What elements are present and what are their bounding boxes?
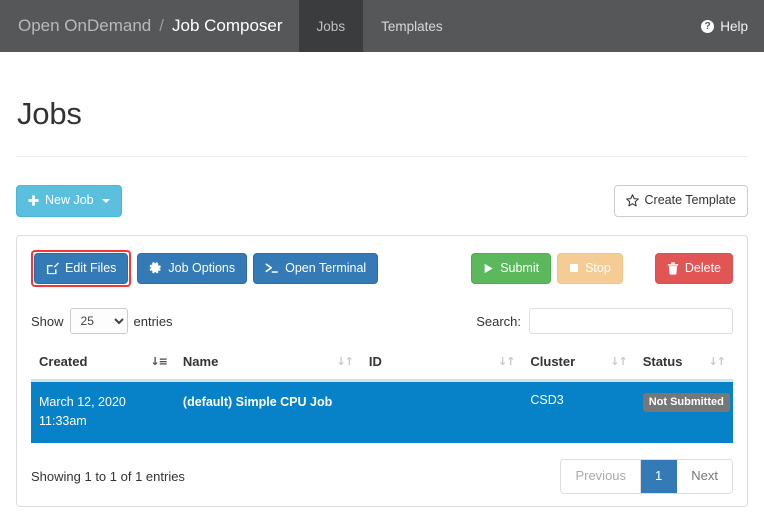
column-header-created[interactable]: Created ↓≡ [31, 348, 175, 381]
column-label-id: ID [369, 354, 382, 369]
nav-help-label: Help [720, 19, 748, 34]
create-template-label: Create Template [645, 192, 737, 210]
cell-status: Not Submitted [635, 381, 733, 443]
column-label-cluster: Cluster [530, 354, 575, 369]
sort-both-icon[interactable]: ↓↑ [610, 355, 626, 368]
job-options-label: Job Options [168, 260, 235, 278]
new-job-label: New Job [45, 192, 94, 210]
play-icon [483, 263, 494, 274]
column-header-name[interactable]: Name ↓↑ [175, 348, 361, 381]
entries-label: entries [134, 314, 173, 329]
column-header-cluster[interactable]: Cluster ↓↑ [522, 348, 634, 381]
navbar-links: Jobs Templates [299, 0, 461, 52]
pagination: Previous 1 Next [560, 459, 733, 494]
chevron-down-icon [102, 199, 110, 203]
jobs-table-head: Created ↓≡ Name ↓↑ ID ↓↑ [31, 348, 733, 381]
top-navbar: Open OnDemand / Job Composer Jobs Templa… [0, 0, 764, 52]
cell-cluster: CSD3 [522, 381, 634, 443]
trash-icon [667, 262, 679, 275]
datatable-footer: Showing 1 to 1 of 1 entries Previous 1 N… [31, 459, 733, 494]
job-options-button[interactable]: Job Options [137, 253, 247, 285]
stop-button[interactable]: Stop [557, 253, 623, 285]
stop-square-icon [569, 263, 579, 273]
nav-link-jobs[interactable]: Jobs [299, 0, 364, 52]
search-label: Search: [476, 314, 521, 329]
page-length-control: Show 10 25 50 100 entries [31, 308, 173, 334]
pagination-page-1[interactable]: 1 [641, 460, 677, 493]
brand-separator: / [159, 16, 164, 36]
search-control: Search: [476, 308, 733, 334]
jobs-toolbar-left: Edit Files Job Options [31, 250, 378, 288]
jobs-toolbar-middle: Submit Stop [471, 253, 623, 285]
pagination-next[interactable]: Next [677, 460, 732, 493]
table-header-row: Created ↓≡ Name ↓↑ ID ↓↑ [31, 348, 733, 381]
page-length-select[interactable]: 10 25 50 100 [70, 308, 128, 334]
navbar-right: ? Help [701, 0, 764, 52]
column-label-name: Name [183, 354, 218, 369]
nav-link-help[interactable]: ? Help [701, 19, 748, 34]
delete-label: Delete [685, 260, 721, 278]
new-job-button[interactable]: New Job [16, 185, 122, 217]
jobs-table: Created ↓≡ Name ↓↑ ID ↓↑ [31, 348, 733, 443]
page-container: Jobs New Job Create Template [0, 96, 764, 507]
edit-files-label: Edit Files [65, 260, 116, 278]
submit-label: Submit [500, 260, 539, 278]
show-label: Show [31, 314, 64, 329]
jobs-toolbar-right: Delete [655, 253, 733, 285]
search-input[interactable] [529, 308, 733, 334]
stop-label: Stop [585, 260, 611, 278]
nav-link-templates[interactable]: Templates [363, 0, 461, 52]
submit-button[interactable]: Submit [471, 253, 551, 285]
gear-icon [149, 262, 162, 275]
sort-both-icon[interactable]: ↓↑ [709, 355, 725, 368]
cell-id [361, 381, 522, 443]
jobs-panel: Edit Files Job Options [16, 235, 748, 507]
star-icon [626, 194, 639, 207]
terminal-icon [265, 262, 279, 275]
pagination-previous[interactable]: Previous [561, 460, 641, 493]
pencil-square-icon [46, 262, 59, 275]
jobs-toolbar: Edit Files Job Options [31, 250, 733, 288]
column-label-status: Status [643, 354, 683, 369]
created-time: 11:33am [39, 412, 167, 431]
brand-app-title[interactable]: Job Composer [172, 16, 283, 36]
sort-both-icon[interactable]: ↓↑ [336, 355, 352, 368]
sort-both-icon[interactable]: ↓↑ [498, 355, 514, 368]
table-row[interactable]: March 12, 2020 11:33am (default) Simple … [31, 381, 733, 443]
open-terminal-button[interactable]: Open Terminal [253, 253, 378, 285]
page-title: Jobs [16, 96, 748, 132]
page-actions: New Job Create Template [16, 185, 748, 217]
jobs-table-body: March 12, 2020 11:33am (default) Simple … [31, 381, 733, 443]
column-label-created: Created [39, 354, 87, 369]
edit-files-button[interactable]: Edit Files [34, 253, 128, 285]
delete-button[interactable]: Delete [655, 253, 733, 285]
cell-created: March 12, 2020 11:33am [31, 381, 175, 443]
edit-files-highlight: Edit Files [31, 250, 131, 288]
datatable-controls: Show 10 25 50 100 entries Search: [31, 308, 733, 334]
column-header-id[interactable]: ID ↓↑ [361, 348, 522, 381]
open-terminal-label: Open Terminal [285, 260, 366, 278]
brand-app-name[interactable]: Open OnDemand [18, 16, 151, 36]
title-divider [16, 156, 748, 157]
plus-icon [28, 195, 39, 206]
question-circle-icon: ? [701, 20, 714, 33]
status-badge: Not Submitted [643, 393, 730, 412]
cell-name: (default) Simple CPU Job [175, 381, 361, 443]
sort-desc-icon[interactable]: ↓≡ [150, 355, 166, 368]
column-header-status[interactable]: Status ↓↑ [635, 348, 733, 381]
datatable-info: Showing 1 to 1 of 1 entries [31, 469, 185, 484]
created-date: March 12, 2020 [39, 393, 167, 412]
navbar-brand[interactable]: Open OnDemand / Job Composer [0, 0, 299, 52]
create-template-button[interactable]: Create Template [614, 185, 749, 217]
